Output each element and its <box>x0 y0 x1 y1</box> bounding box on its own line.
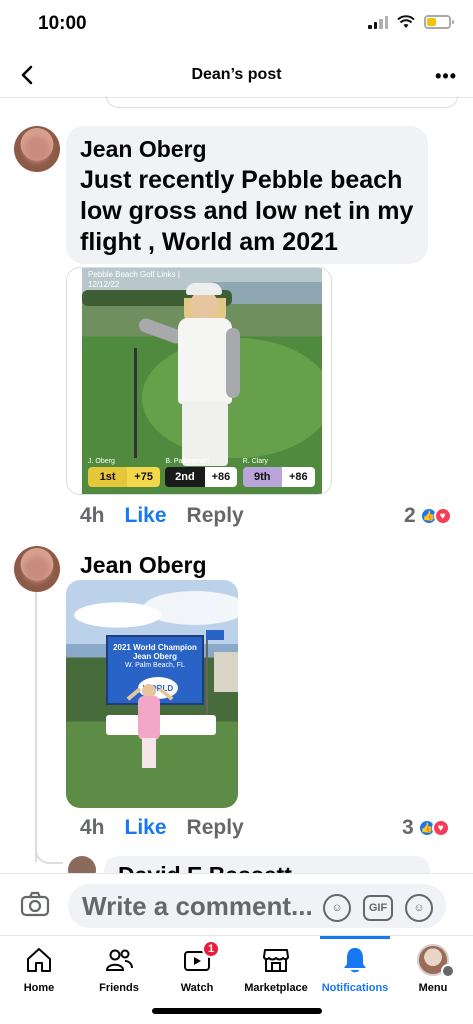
comment-composer: ☺ GIF ☺ <box>0 873 473 935</box>
page-title: Dean’s post <box>191 66 282 83</box>
like-button[interactable]: Like <box>125 816 167 840</box>
emoji-icon[interactable]: ☺ <box>405 894 433 922</box>
scoreboard: J. Oberg 1st +75 B. Pallreyman 2nd +86 R. … <box>82 458 322 490</box>
status-icons <box>368 15 454 29</box>
reply-button[interactable]: Reply <box>187 816 244 840</box>
comment-author[interactable]: Jean Oberg <box>80 136 414 163</box>
comment-time: 4h <box>80 504 105 527</box>
reaction-count: 2 <box>404 504 416 527</box>
nav-bar: Dean’s post ••• <box>0 54 473 98</box>
tab-notifications[interactable]: Notifications <box>318 936 392 996</box>
reaction-summary[interactable]: 2 👍 ♥ <box>404 504 452 528</box>
tab-menu[interactable]: Menu <box>400 936 466 996</box>
comment-text: Just recently Pebble beach low gross and… <box>80 166 414 256</box>
score-item: R. Clary 9th +86 <box>242 458 316 490</box>
comment-photo[interactable]: 2021 World Champion Jean Oberg W. Palm B… <box>66 580 238 808</box>
score-item: B. Pallreyman 2nd +86 <box>165 458 238 490</box>
status-bar: 10:00 <box>0 0 473 50</box>
love-reaction-icon: ♥ <box>433 507 452 525</box>
sticker-icon[interactable]: ☺ <box>323 894 351 922</box>
marketplace-icon <box>263 949 289 972</box>
comment-photo[interactable]: Pebble Beach Golf Links | 12/12/22 J. Ob… <box>66 267 332 495</box>
signal-icon <box>368 15 388 29</box>
camera-icon[interactable] <box>20 891 50 917</box>
like-button[interactable]: Like <box>125 504 167 528</box>
watch-notification-badge: 1 <box>202 940 220 958</box>
score-item: J. Oberg 1st +75 <box>88 458 161 490</box>
bell-icon <box>344 948 366 973</box>
more-options-icon[interactable]: ••• <box>435 66 457 87</box>
previous-comment-bubble <box>106 96 458 108</box>
photo-caption: Pebble Beach Golf Links | 12/12/22 <box>88 270 180 289</box>
tab-marketplace[interactable]: Marketplace <box>240 936 312 996</box>
composer-icons: ☺ GIF ☺ <box>323 894 433 922</box>
thread-connector <box>35 840 63 864</box>
home-indicator <box>152 1008 322 1014</box>
battery-icon <box>424 15 454 29</box>
wifi-icon <box>397 15 415 28</box>
friends-icon <box>105 949 133 971</box>
reaction-count: 3 <box>402 816 414 839</box>
home-icon <box>27 948 51 972</box>
comment-bubble: Jean Oberg Just recently Pebble beach lo… <box>66 126 428 264</box>
comment-actions: 4h Like Reply <box>80 816 244 840</box>
thread-line <box>35 592 37 862</box>
comment-author[interactable]: Jean Oberg <box>80 552 207 579</box>
reaction-summary[interactable]: 3 👍 ♥ <box>402 816 450 840</box>
gif-icon[interactable]: GIF <box>363 895 393 921</box>
reply-button[interactable]: Reply <box>187 504 244 528</box>
love-reaction-icon: ♥ <box>431 819 450 837</box>
tab-home[interactable]: Home <box>8 936 70 996</box>
tab-friends[interactable]: Friends <box>88 936 150 996</box>
avatar[interactable] <box>14 126 60 172</box>
comment-time: 4h <box>80 816 105 839</box>
comment-actions: 4h Like Reply <box>80 504 244 528</box>
menu-lines-icon <box>441 964 455 978</box>
avatar[interactable] <box>14 546 60 592</box>
status-time: 10:00 <box>38 13 87 34</box>
